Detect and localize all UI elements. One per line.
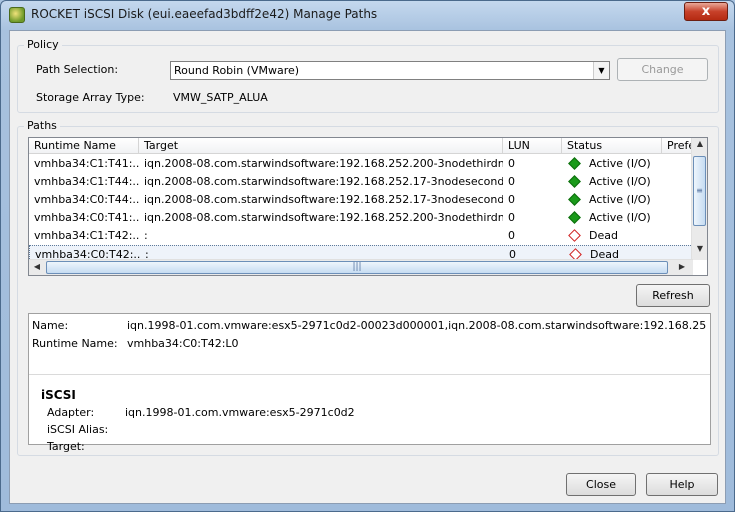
scroll-right-icon[interactable]: ▶	[674, 262, 690, 271]
scroll-down-icon[interactable]: ▼	[692, 244, 707, 253]
detail-runtime-value: vmhba34:C0:T42:L0	[127, 337, 239, 350]
cell-runtime-name: vmhba34:C1:T44:...	[34, 175, 139, 188]
path-selection-value: Round Robin (VMware)	[174, 64, 300, 77]
refresh-button[interactable]: Refresh	[636, 284, 710, 307]
storage-array-type-value: VMW_SATP_ALUA	[173, 91, 268, 104]
cell-lun: 0	[508, 175, 515, 188]
scroll-up-icon[interactable]: ▲	[692, 139, 707, 148]
help-button[interactable]: Help	[646, 473, 718, 496]
detail-name-value: iqn.1998-01.com.vmware:esx5-2971c0d2-000…	[127, 319, 707, 332]
adapter-label: Adapter:	[47, 406, 95, 419]
red-diamond-outline-icon	[568, 229, 581, 242]
cell-status: Active (I/O)	[589, 211, 651, 224]
cell-status: Active (I/O)	[589, 175, 651, 188]
detail-name-label: Name:	[32, 319, 69, 332]
cell-target: iqn.2008-08.com.starwindsoftware:192.168…	[144, 211, 503, 224]
cell-lun: 0	[508, 229, 515, 242]
horizontal-scrollbar[interactable]: ◀ ||| ▶	[29, 259, 693, 275]
chevron-down-icon[interactable]: ▼	[593, 62, 609, 79]
cell-target: iqn.2008-08.com.starwindsoftware:192.168…	[144, 175, 503, 188]
column-header-lun[interactable]: LUN	[503, 138, 562, 154]
cell-lun: 0	[508, 193, 515, 206]
table-row[interactable]: vmhba34:C0:T41:... iqn.2008-08.com.starwi…	[29, 209, 693, 227]
target-label: Target:	[47, 440, 85, 453]
detail-runtime-label: Runtime Name:	[32, 337, 118, 350]
window-title: ROCKET iSCSI Disk (eui.eaeefad3bdff2e42)…	[31, 7, 378, 21]
table-row[interactable]: vmhba34:C1:T41:... iqn.2008-08.com.starwi…	[29, 155, 693, 173]
policy-legend: Policy	[24, 38, 62, 51]
cell-lun: 0	[508, 211, 515, 224]
close-button[interactable]: Close	[566, 473, 636, 496]
column-header-status[interactable]: Status	[562, 138, 662, 154]
scroll-left-icon[interactable]: ◀	[29, 262, 45, 271]
iscsi-alias-label: iSCSI Alias:	[47, 423, 109, 436]
vertical-scroll-thumb[interactable]: ≡	[693, 156, 706, 226]
cell-runtime-name: vmhba34:C1:T41:...	[34, 157, 139, 170]
green-diamond-icon	[568, 211, 581, 224]
detail-divider	[29, 374, 710, 375]
green-diamond-icon	[568, 193, 581, 206]
column-header-target[interactable]: Target	[139, 138, 503, 154]
paths-table: Runtime Name Target LUN Status Prefe vmh…	[28, 137, 708, 276]
paths-group: Paths Runtime Name Target LUN Status Pre…	[17, 119, 719, 456]
paths-table-header: Runtime Name Target LUN Status Prefe	[29, 138, 707, 154]
path-detail-panel: Name: iqn.1998-01.com.vmware:esx5-2971c0…	[28, 313, 711, 453]
table-row[interactable]: vmhba34:C0:T44:... iqn.2008-08.com.starwi…	[29, 191, 693, 209]
green-diamond-icon	[568, 157, 581, 170]
paths-legend: Paths	[24, 119, 60, 132]
cell-runtime-name: vmhba34:C0:T44:...	[34, 193, 139, 206]
iscsi-section-title: iSCSI	[41, 388, 76, 402]
table-row[interactable]: vmhba34:C1:T44:... iqn.2008-08.com.starwi…	[29, 173, 693, 191]
storage-array-type-label: Storage Array Type:	[36, 91, 145, 104]
window-close-button[interactable]: x	[684, 2, 728, 21]
path-selection-dropdown[interactable]: Round Robin (VMware) ▼	[170, 61, 610, 80]
adapter-value: iqn.1998-01.com.vmware:esx5-2971c0d2	[125, 406, 355, 419]
cell-target: iqn.2008-08.com.starwindsoftware:192.168…	[144, 157, 503, 170]
vertical-scrollbar[interactable]: ▲ ≡ ▼	[691, 138, 707, 260]
table-row[interactable]: vmhba34:C1:T42:...: 0 Dead	[29, 227, 693, 245]
policy-group: Policy Path Selection: Round Robin (VMwa…	[17, 38, 719, 113]
cell-status: Dead	[589, 229, 618, 242]
cell-runtime-name: vmhba34:C1:T42:...	[34, 229, 139, 242]
vsphere-app-icon	[9, 7, 25, 23]
dialog-client-area: Policy Path Selection: Round Robin (VMwa…	[9, 30, 726, 504]
path-selection-label: Path Selection:	[36, 63, 119, 76]
title-bar[interactable]: ROCKET iSCSI Disk (eui.eaeefad3bdff2e42)…	[1, 1, 734, 29]
green-diamond-icon	[568, 175, 581, 188]
cell-target: :	[144, 229, 148, 242]
manage-paths-window: ROCKET iSCSI Disk (eui.eaeefad3bdff2e42)…	[0, 0, 735, 512]
cell-target: iqn.2008-08.com.starwindsoftware:192.168…	[144, 193, 503, 206]
cell-status: Active (I/O)	[589, 193, 651, 206]
column-header-runtime-name[interactable]: Runtime Name	[29, 138, 139, 154]
cell-runtime-name: vmhba34:C0:T41:...	[34, 211, 139, 224]
change-button[interactable]: Change	[617, 58, 708, 81]
cell-status: Active (I/O)	[589, 157, 651, 170]
cell-lun: 0	[508, 157, 515, 170]
horizontal-scroll-thumb[interactable]: |||	[46, 261, 668, 274]
